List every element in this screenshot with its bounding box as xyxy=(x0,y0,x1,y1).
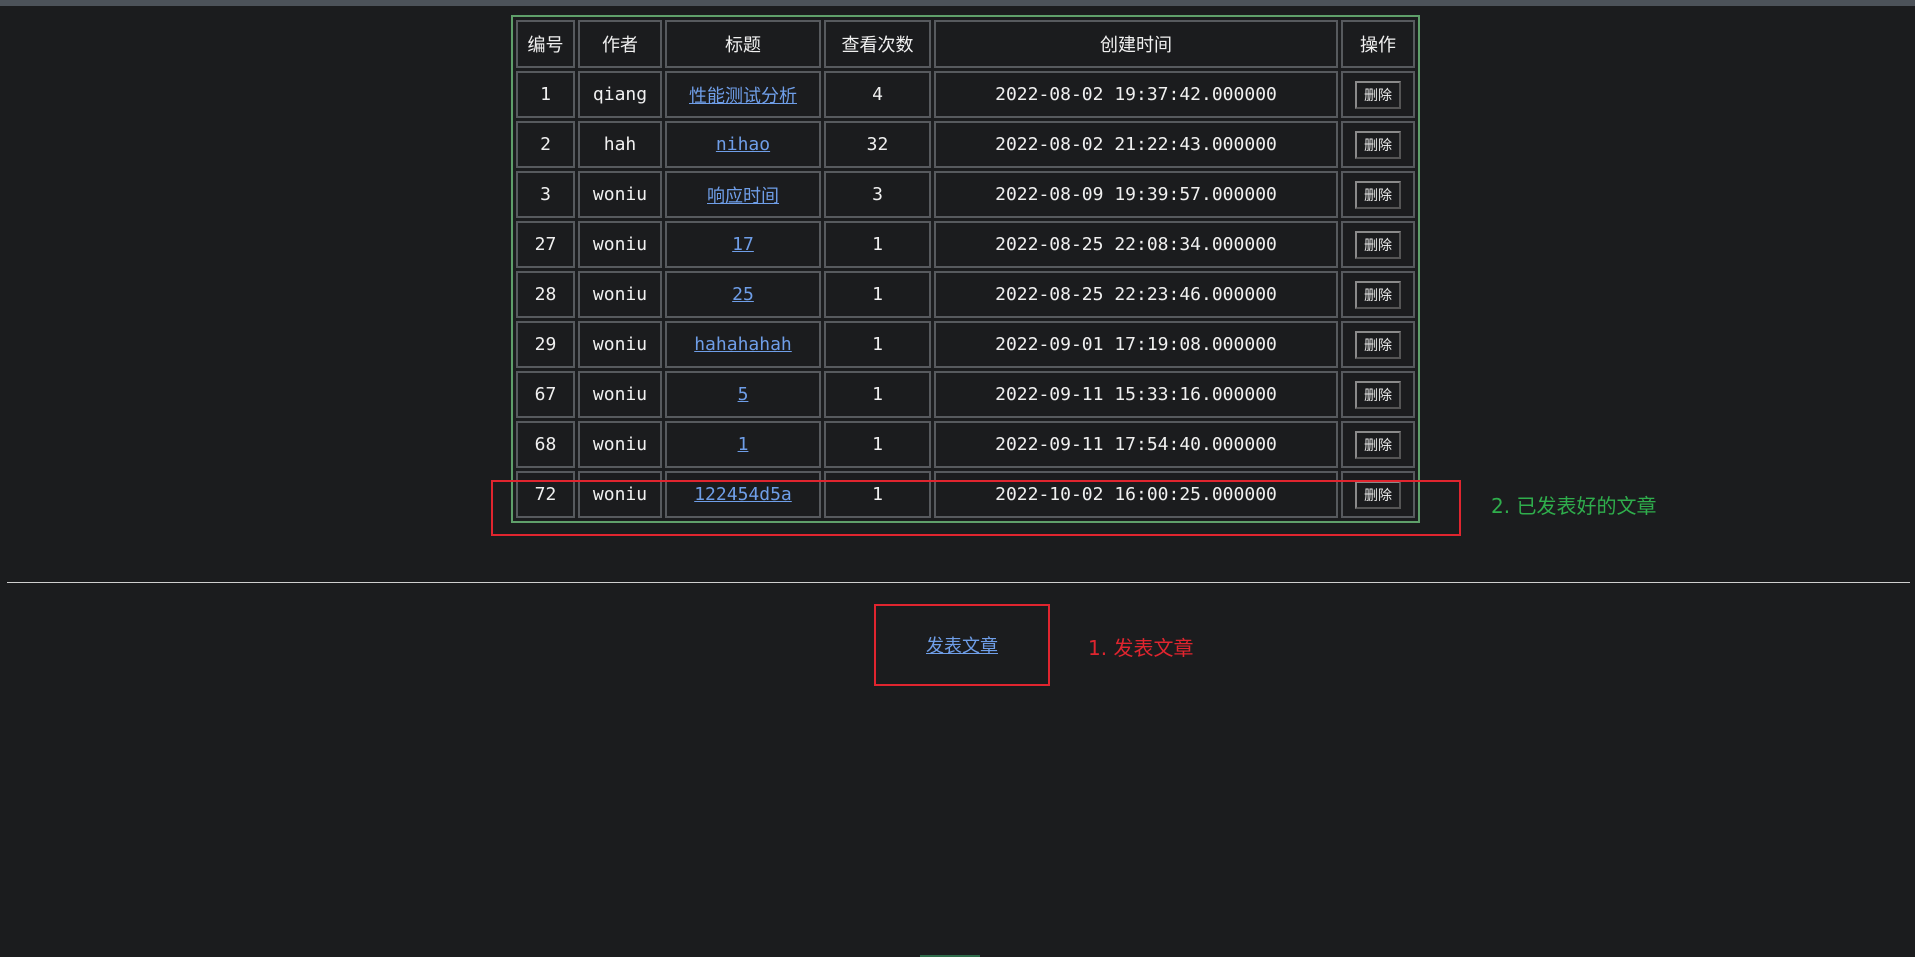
cell-created: 2022-08-09 19:39:57.000000 xyxy=(934,171,1338,218)
cell-title: nihao xyxy=(665,121,821,168)
table-row: 68 woniu 1 1 2022-09-11 17:54:40.000000 … xyxy=(516,421,1415,468)
article-title-link[interactable]: 性能测试分析 xyxy=(689,86,797,107)
cell-id: 1 xyxy=(516,71,575,118)
cell-title: 5 xyxy=(665,371,821,418)
header-title: 标题 xyxy=(665,20,821,68)
delete-button[interactable]: 删除 xyxy=(1355,330,1401,359)
table-row: 67 woniu 5 1 2022-09-11 15:33:16.000000 … xyxy=(516,371,1415,418)
cell-created: 2022-08-02 21:22:43.000000 xyxy=(934,121,1338,168)
cell-views: 1 xyxy=(824,271,931,318)
cell-title: 25 xyxy=(665,271,821,318)
cell-created: 2022-09-11 17:54:40.000000 xyxy=(934,421,1338,468)
cell-author: woniu xyxy=(578,471,662,518)
table-header-row: 编号 作者 标题 查看次数 创建时间 操作 xyxy=(516,20,1415,68)
cell-created: 2022-08-02 19:37:42.000000 xyxy=(934,71,1338,118)
table-row: 28 woniu 25 1 2022-08-25 22:23:46.000000… xyxy=(516,271,1415,318)
header-views: 查看次数 xyxy=(824,20,931,68)
cell-created: 2022-09-01 17:19:08.000000 xyxy=(934,321,1338,368)
delete-button[interactable]: 删除 xyxy=(1355,280,1401,309)
cell-created: 2022-08-25 22:23:46.000000 xyxy=(934,271,1338,318)
cell-title: 17 xyxy=(665,221,821,268)
delete-button[interactable]: 删除 xyxy=(1355,380,1401,409)
table-row: 2 hah nihao 32 2022-08-02 21:22:43.00000… xyxy=(516,121,1415,168)
article-title-link[interactable]: nihao xyxy=(716,134,770,155)
cell-action: 删除 xyxy=(1341,221,1415,268)
cell-views: 1 xyxy=(824,221,931,268)
cell-title: 122454d5a xyxy=(665,471,821,518)
post-article-highlight: 发表文章 xyxy=(874,604,1050,686)
article-title-link[interactable]: 25 xyxy=(732,284,754,305)
cell-action: 删除 xyxy=(1341,421,1415,468)
cell-views: 1 xyxy=(824,421,931,468)
article-title-link[interactable]: 122454d5a xyxy=(694,484,792,505)
header-author: 作者 xyxy=(578,20,662,68)
delete-button[interactable]: 删除 xyxy=(1355,480,1401,509)
cell-id: 28 xyxy=(516,271,575,318)
delete-button[interactable]: 删除 xyxy=(1355,430,1401,459)
cell-created: 2022-09-11 15:33:16.000000 xyxy=(934,371,1338,418)
cell-action: 删除 xyxy=(1341,71,1415,118)
cell-author: woniu xyxy=(578,171,662,218)
article-title-link[interactable]: 17 xyxy=(732,234,754,255)
articles-table: 编号 作者 标题 查看次数 创建时间 操作 1 qiang 性能测试分析 4 2… xyxy=(511,15,1420,523)
cell-title: 1 xyxy=(665,421,821,468)
post-article-note: 1. 发表文章 xyxy=(1088,636,1194,660)
post-article-link[interactable]: 发表文章 xyxy=(926,632,998,658)
cell-id: 2 xyxy=(516,121,575,168)
delete-button[interactable]: 删除 xyxy=(1355,180,1401,209)
table-row: 29 woniu hahahahah 1 2022-09-01 17:19:08… xyxy=(516,321,1415,368)
table-row: 72 woniu 122454d5a 1 2022-10-02 16:00:25… xyxy=(516,471,1415,518)
cell-views: 4 xyxy=(824,71,931,118)
table-row: 27 woniu 17 1 2022-08-25 22:08:34.000000… xyxy=(516,221,1415,268)
cell-author: qiang xyxy=(578,71,662,118)
cell-id: 3 xyxy=(516,171,575,218)
horizontal-divider xyxy=(7,582,1910,583)
cell-action: 删除 xyxy=(1341,121,1415,168)
article-title-link[interactable]: 5 xyxy=(738,384,749,405)
cell-author: woniu xyxy=(578,421,662,468)
cell-author: woniu xyxy=(578,271,662,318)
article-title-link[interactable]: 响应时间 xyxy=(707,186,779,207)
table-row: 1 qiang 性能测试分析 4 2022-08-02 19:37:42.000… xyxy=(516,71,1415,118)
cell-created: 2022-08-25 22:08:34.000000 xyxy=(934,221,1338,268)
cell-author: hah xyxy=(578,121,662,168)
header-action: 操作 xyxy=(1341,20,1415,68)
cell-id: 72 xyxy=(516,471,575,518)
cell-views: 3 xyxy=(824,171,931,218)
top-window-strip xyxy=(0,0,1915,6)
cell-views: 32 xyxy=(824,121,931,168)
delete-button[interactable]: 删除 xyxy=(1355,230,1401,259)
header-created: 创建时间 xyxy=(934,20,1338,68)
delete-button[interactable]: 删除 xyxy=(1355,80,1401,109)
cell-title: 性能测试分析 xyxy=(665,71,821,118)
cell-title: hahahahah xyxy=(665,321,821,368)
cell-author: woniu xyxy=(578,321,662,368)
cell-title: 响应时间 xyxy=(665,171,821,218)
table-row: 3 woniu 响应时间 3 2022-08-09 19:39:57.00000… xyxy=(516,171,1415,218)
cell-action: 删除 xyxy=(1341,271,1415,318)
cell-views: 1 xyxy=(824,471,931,518)
cell-views: 1 xyxy=(824,321,931,368)
cell-id: 29 xyxy=(516,321,575,368)
article-title-link[interactable]: hahahahah xyxy=(694,334,792,355)
cell-created: 2022-10-02 16:00:25.000000 xyxy=(934,471,1338,518)
cell-action: 删除 xyxy=(1341,171,1415,218)
cell-views: 1 xyxy=(824,371,931,418)
cell-action: 删除 xyxy=(1341,321,1415,368)
delete-button[interactable]: 删除 xyxy=(1355,130,1401,159)
cell-author: woniu xyxy=(578,371,662,418)
cell-id: 67 xyxy=(516,371,575,418)
articles-table-container: 编号 作者 标题 查看次数 创建时间 操作 1 qiang 性能测试分析 4 2… xyxy=(511,15,1420,523)
cell-action: 删除 xyxy=(1341,371,1415,418)
cell-id: 68 xyxy=(516,421,575,468)
cell-action: 删除 xyxy=(1341,471,1415,518)
header-id: 编号 xyxy=(516,20,575,68)
cell-id: 27 xyxy=(516,221,575,268)
article-title-link[interactable]: 1 xyxy=(738,434,749,455)
cell-author: woniu xyxy=(578,221,662,268)
published-article-note: 2. 已发表好的文章 xyxy=(1491,494,1657,518)
